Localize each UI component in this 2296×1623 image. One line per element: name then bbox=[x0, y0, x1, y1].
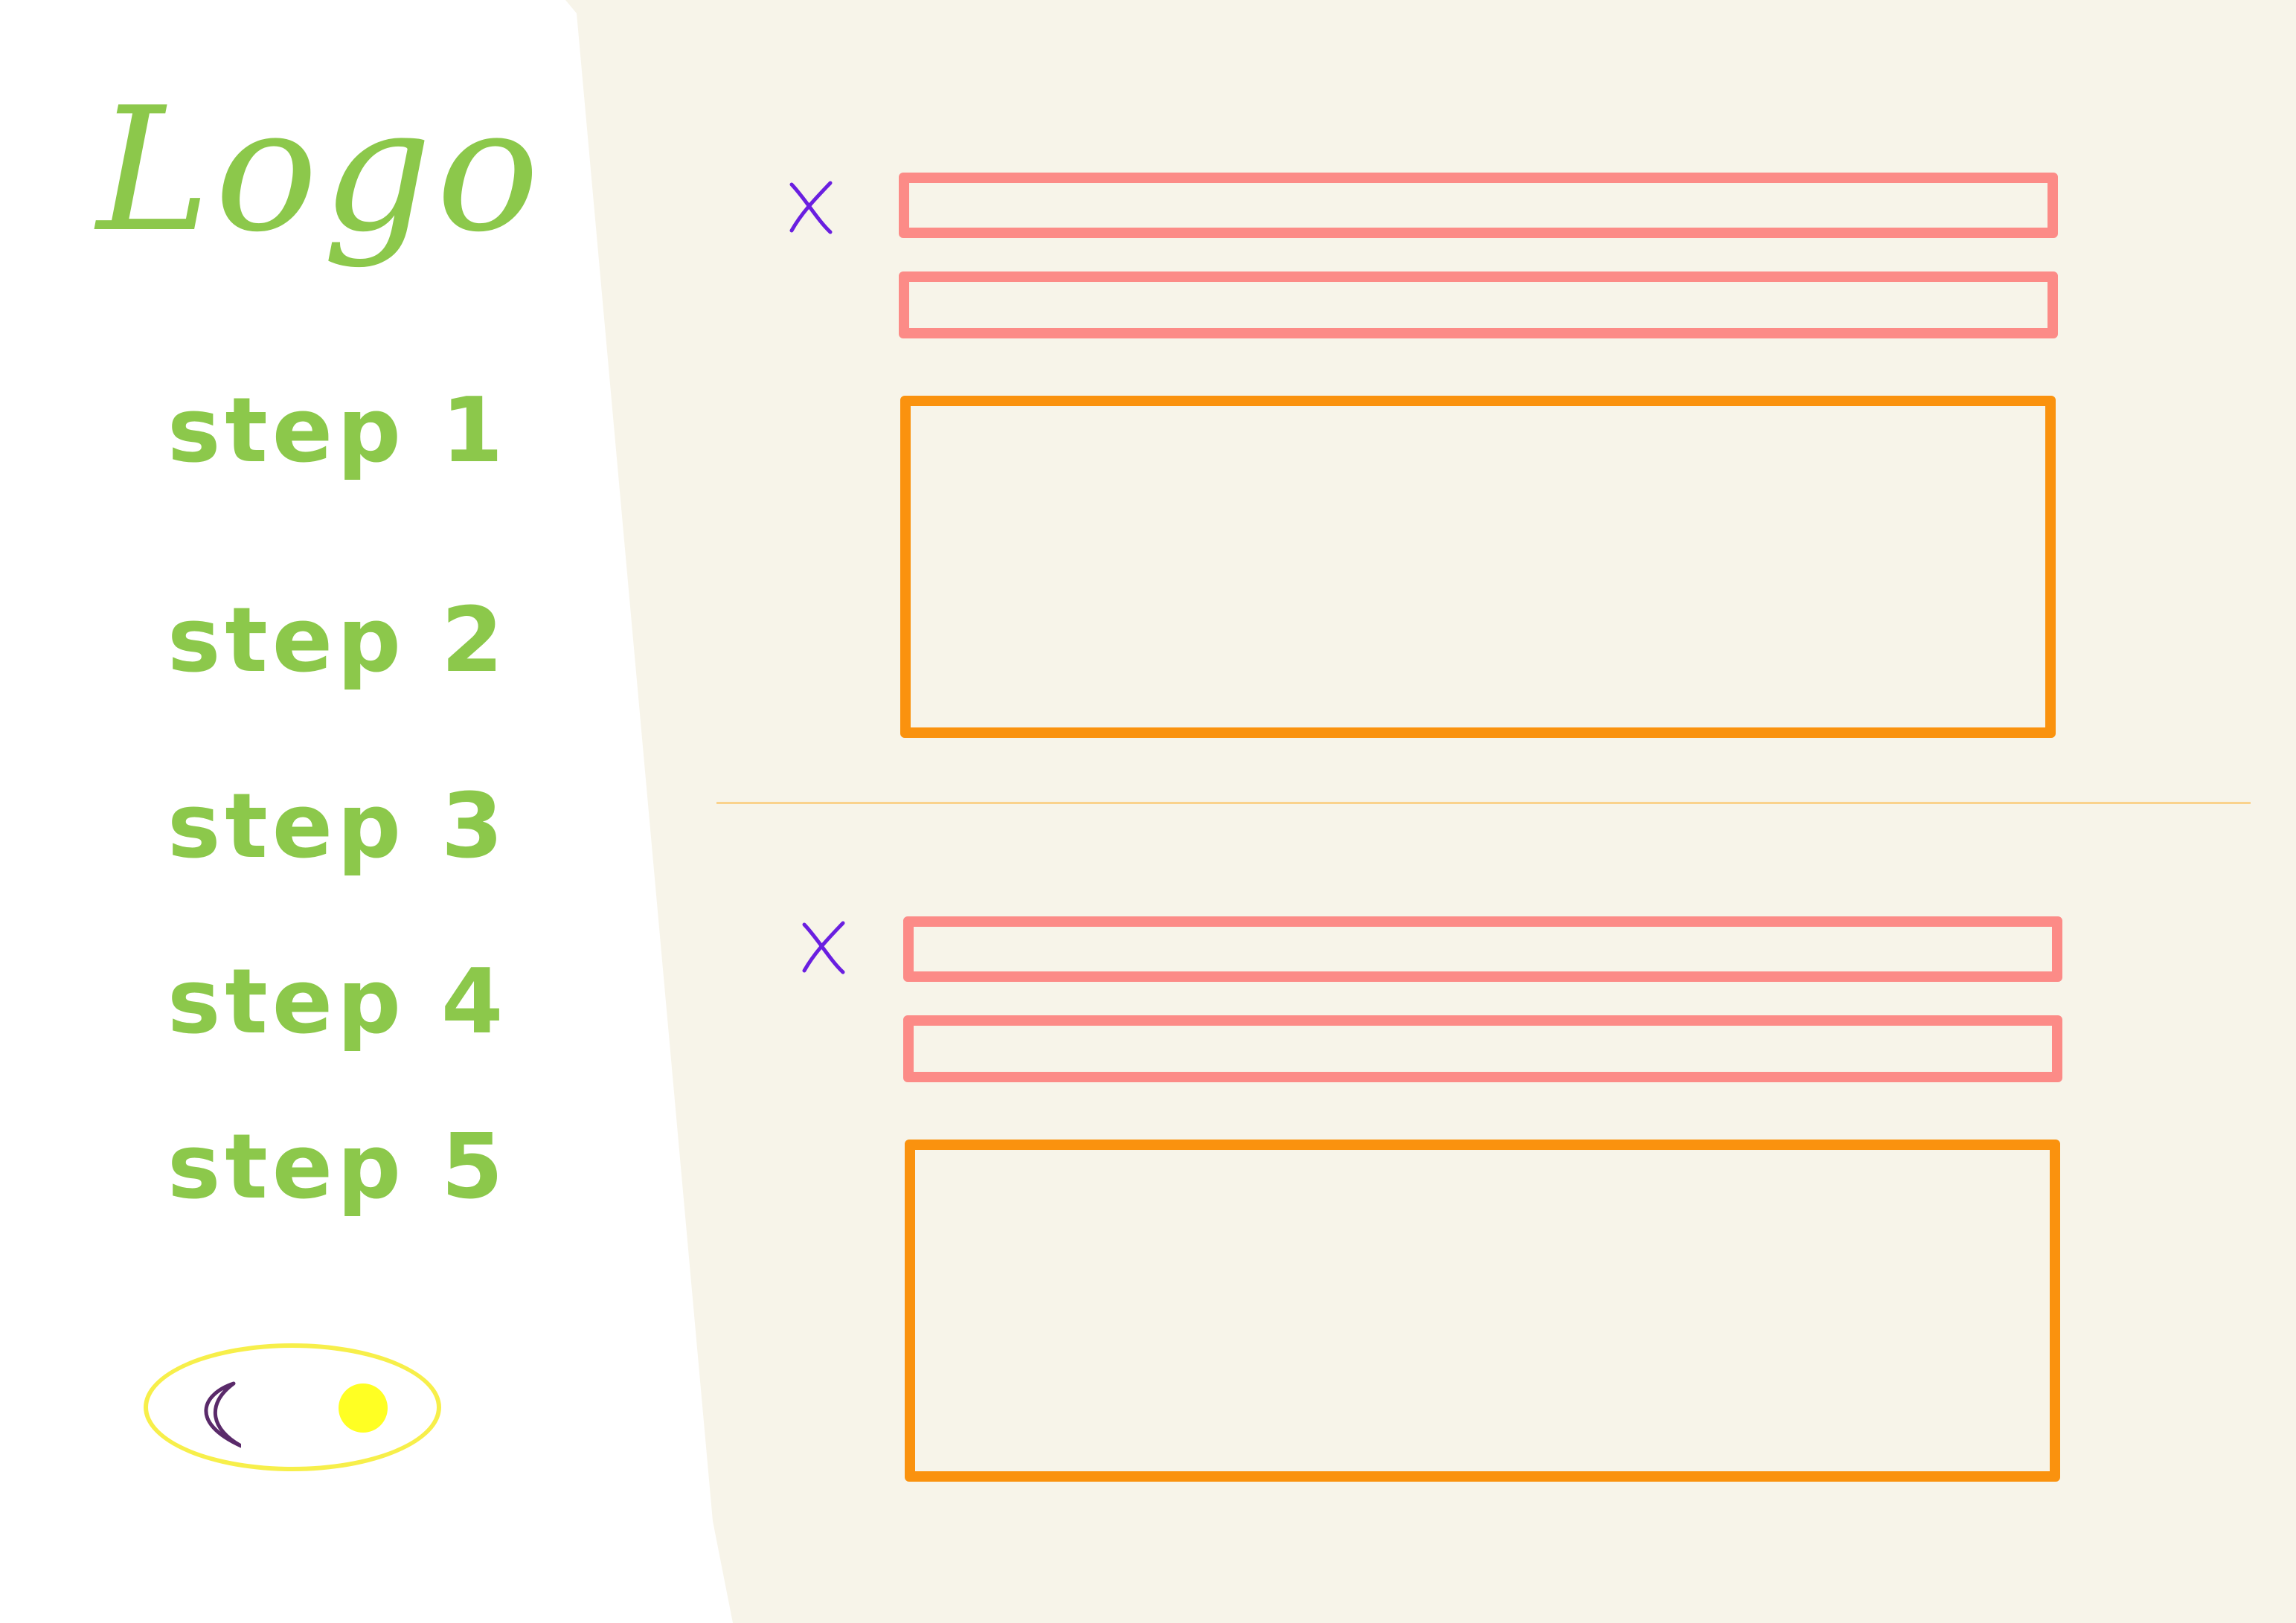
moon-icon bbox=[204, 1381, 241, 1448]
text-field-1a[interactable] bbox=[899, 173, 2058, 238]
section-divider bbox=[716, 802, 2251, 804]
sidebar-step-3[interactable]: step 3 bbox=[167, 768, 503, 887]
sidebar-step-1[interactable]: step 1 bbox=[167, 372, 503, 491]
content-panel-1[interactable] bbox=[900, 396, 2056, 738]
close-icon[interactable] bbox=[787, 179, 839, 234]
close-icon[interactable] bbox=[800, 919, 852, 974]
content-panel-2[interactable] bbox=[905, 1140, 2060, 1482]
text-field-1b[interactable] bbox=[899, 271, 2058, 338]
text-field-2b[interactable] bbox=[903, 1015, 2062, 1082]
sun-icon bbox=[339, 1383, 388, 1433]
text-field-2a[interactable] bbox=[903, 916, 2062, 982]
logo: Logo bbox=[97, 71, 544, 270]
sidebar-step-5[interactable]: step 5 bbox=[167, 1108, 503, 1227]
theme-toggle[interactable] bbox=[144, 1343, 441, 1471]
sidebar-step-4[interactable]: step 4 bbox=[167, 943, 503, 1062]
sidebar-step-2[interactable]: step 2 bbox=[167, 582, 503, 701]
